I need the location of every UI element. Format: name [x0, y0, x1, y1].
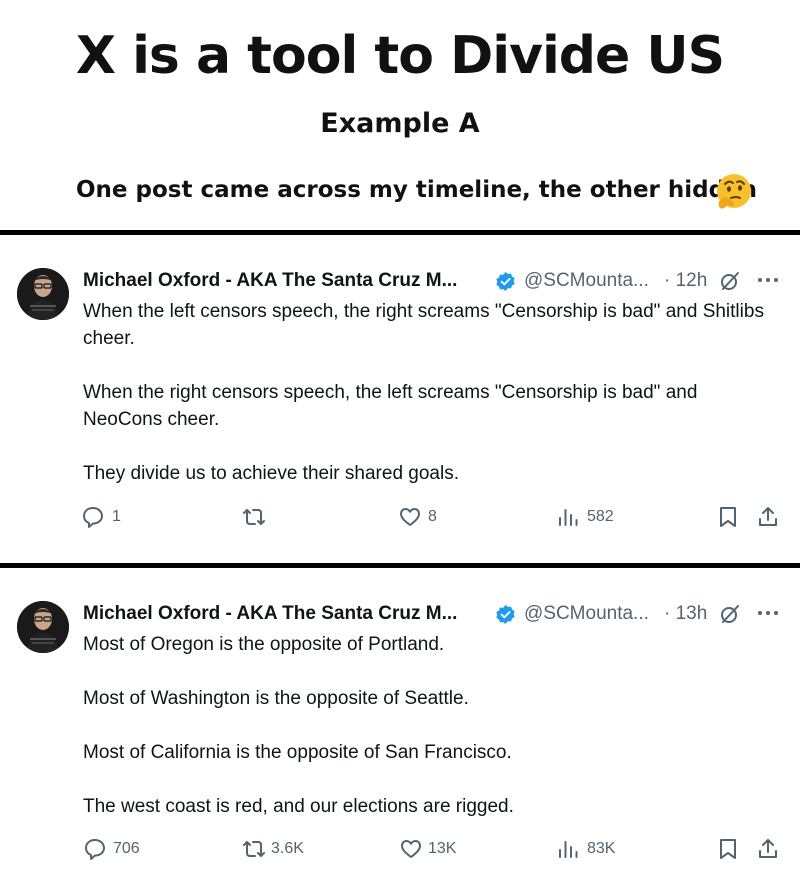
- more-options-icon[interactable]: [757, 276, 779, 284]
- reply-count: 706: [113, 840, 140, 857]
- post-time[interactable]: · 12h: [664, 270, 707, 292]
- reply-icon[interactable]: [83, 837, 107, 861]
- bookmark-icon[interactable]: [716, 505, 740, 529]
- avatar[interactable]: [17, 601, 69, 653]
- author-name[interactable]: Michael Oxford - AKA The Santa Cruz M...: [83, 603, 457, 625]
- author-handle[interactable]: @SCMounta...: [524, 603, 649, 625]
- post-text: Most of Oregon is the opposite of Portla…: [83, 631, 773, 847]
- post-paragraph: Most of Oregon is the opposite of Portla…: [83, 634, 445, 655]
- post-time[interactable]: · 13h: [664, 603, 707, 625]
- repost-icon[interactable]: [242, 837, 266, 861]
- like-count: 13K: [428, 840, 457, 857]
- post-paragraph: When the right censors speech, the left …: [83, 382, 698, 430]
- grok-icon[interactable]: [719, 603, 741, 625]
- grok-icon[interactable]: [719, 270, 741, 292]
- views-count: 83K: [587, 840, 616, 857]
- post-paragraph: They divide us to achieve their shared g…: [83, 463, 459, 484]
- like-icon[interactable]: [399, 837, 423, 861]
- author-handle[interactable]: @SCMounta...: [524, 270, 649, 292]
- post-paragraph: The west coast is red, and our elections…: [83, 796, 514, 817]
- avatar-photo: [17, 268, 69, 320]
- views-count: 582: [587, 508, 614, 525]
- post-paragraph: Most of California is the opposite of Sa…: [83, 742, 512, 763]
- post-paragraph: When the left censors speech, the right …: [83, 301, 764, 349]
- author-name[interactable]: Michael Oxford - AKA The Santa Cruz M...: [83, 270, 457, 292]
- more-options-icon[interactable]: [757, 609, 779, 617]
- verified-badge-icon: [496, 604, 515, 625]
- reply-count: 1: [112, 508, 121, 525]
- repost-count: 3.6K: [271, 840, 304, 857]
- page-subtitle: Example A: [320, 108, 480, 139]
- like-icon[interactable]: [398, 505, 422, 529]
- caption-text: One post came across my timeline, the ot…: [76, 177, 758, 203]
- bookmark-icon[interactable]: [716, 837, 740, 861]
- page-title: X is a tool to Divide US: [75, 26, 725, 86]
- views-icon[interactable]: [557, 837, 581, 861]
- post-card[interactable]: Michael Oxford - AKA The Santa Cruz M...…: [0, 232, 800, 552]
- thinking-face-icon: [717, 174, 751, 209]
- like-count: 8: [428, 508, 437, 525]
- reply-icon[interactable]: [81, 505, 105, 529]
- avatar[interactable]: [17, 268, 69, 320]
- post-card[interactable]: Michael Oxford - AKA The Santa Cruz M...…: [0, 565, 800, 885]
- verified-badge-icon: [496, 271, 515, 292]
- share-icon[interactable]: [756, 837, 780, 861]
- post-text: When the left censors speech, the right …: [83, 298, 773, 514]
- avatar-photo: [17, 601, 69, 653]
- share-icon[interactable]: [756, 505, 780, 529]
- repost-icon[interactable]: [242, 505, 266, 529]
- views-icon[interactable]: [557, 505, 581, 529]
- post-paragraph: Most of Washington is the opposite of Se…: [83, 688, 469, 709]
